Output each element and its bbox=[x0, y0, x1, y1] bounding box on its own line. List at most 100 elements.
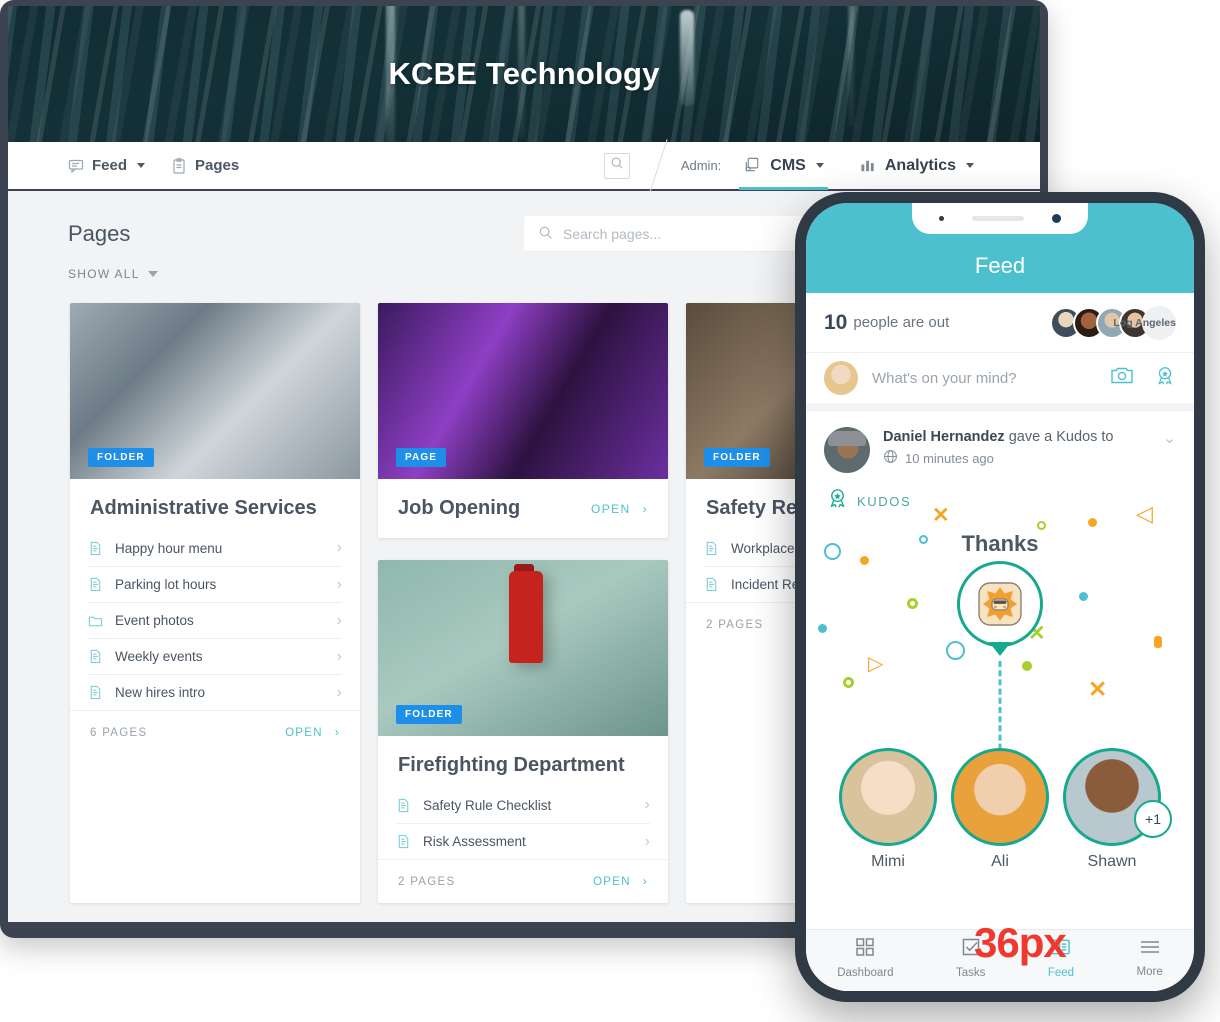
decor-shape bbox=[508, 570, 543, 663]
avatar bbox=[824, 361, 858, 395]
confetti-dot bbox=[1154, 636, 1162, 648]
post-meta: Daniel Hernandez gave a Kudos to 10 minu… bbox=[883, 427, 1150, 467]
search-pages-input[interactable]: Search pages... bbox=[524, 216, 814, 251]
top-navigation: Feed Pages Admin: CMS Analytics bbox=[8, 138, 1040, 193]
globe-icon bbox=[883, 449, 898, 467]
nav-item-pages-label: Pages bbox=[195, 157, 240, 174]
post-action: gave a Kudos to bbox=[1004, 429, 1114, 445]
list-item-label: Happy hour menu bbox=[115, 540, 223, 556]
card-open-label: OPEN bbox=[590, 501, 631, 516]
nav-item-pages[interactable]: Pages bbox=[171, 141, 239, 190]
phone-tab-bar: Dashboard Tasks Feed More bbox=[806, 929, 1194, 991]
page-icon bbox=[396, 834, 411, 849]
tab-dashboard-label: Dashboard bbox=[837, 966, 894, 979]
chevron-right-icon: › bbox=[334, 726, 340, 739]
nav-item-feed[interactable]: Feed bbox=[68, 141, 146, 190]
recipient[interactable]: Ali bbox=[948, 748, 1052, 871]
kudos-card: KUDOS ✕ ✕ ✕ ▷ ◁ Thanks Mimi Ali +1 Shawn bbox=[806, 483, 1194, 873]
tab-feed-label: Feed bbox=[1047, 966, 1075, 979]
out-of-office-row[interactable]: 10 people are out Log Angeles bbox=[806, 293, 1194, 353]
card-title: Administrative Services bbox=[90, 497, 317, 519]
card-page-list: Happy hour menu › Parking lot hours › Ev… bbox=[70, 530, 360, 710]
kudos-message: Thanks bbox=[961, 531, 1039, 556]
search-icon bbox=[538, 225, 553, 243]
confetti-triangle: ▷ bbox=[868, 653, 884, 675]
kudos-label: KUDOS bbox=[857, 493, 912, 509]
admin-label: Admin: bbox=[680, 158, 722, 173]
feed-icon bbox=[1050, 937, 1071, 962]
tab-more[interactable]: More bbox=[1137, 938, 1163, 978]
card-type-badge: FOLDER bbox=[704, 448, 770, 467]
chevron-right-icon: › bbox=[336, 683, 342, 701]
feed-post: Daniel Hernandez gave a Kudos to 10 minu… bbox=[806, 411, 1194, 873]
admin-item-cms[interactable]: CMS bbox=[739, 141, 828, 190]
list-item[interactable]: Event photos › bbox=[88, 602, 342, 638]
list-item-label: Weekly events bbox=[115, 649, 203, 664]
recipient[interactable]: +1 Shawn bbox=[1060, 748, 1172, 871]
page-card[interactable]: FOLDER Firefighting Department Safety Ru… bbox=[378, 560, 668, 903]
page-card[interactable]: PAGE Job Opening OPEN › bbox=[378, 303, 668, 538]
chevron-down-icon bbox=[137, 163, 146, 168]
post-submeta: 10 minutes ago bbox=[883, 449, 1150, 467]
phone-device-frame: Feed 10 people are out Log Angeles What'… bbox=[795, 192, 1205, 1002]
card-title: Firefighting Department bbox=[398, 754, 625, 776]
recipient[interactable]: Mimi bbox=[836, 748, 940, 871]
camera-icon[interactable] bbox=[1110, 365, 1134, 392]
card-thumbnail: FOLDER bbox=[378, 560, 668, 736]
list-item[interactable]: Happy hour menu › bbox=[88, 530, 342, 566]
site-banner: KCBE Technology bbox=[8, 6, 1040, 142]
kudos-icon[interactable] bbox=[1154, 365, 1176, 392]
grid-icon bbox=[855, 937, 875, 962]
out-text: people are out bbox=[853, 314, 950, 331]
post-header: Daniel Hernandez gave a Kudos to 10 minu… bbox=[806, 411, 1194, 483]
post-author[interactable]: Daniel Hernandez bbox=[883, 429, 1005, 445]
location-label: Log Angeles bbox=[1113, 316, 1176, 329]
admin-item-analytics[interactable]: Analytics bbox=[856, 141, 978, 190]
bar-chart-icon bbox=[860, 157, 877, 174]
tab-feed[interactable]: Feed bbox=[1048, 937, 1074, 979]
confetti-ring bbox=[824, 543, 841, 560]
chevron-down-icon bbox=[966, 163, 974, 168]
screenshot-root: KCBE Technology Feed Pages Admin: CMS An… bbox=[0, 0, 1220, 1022]
chevron-right-icon: › bbox=[336, 611, 342, 629]
page-icon bbox=[88, 541, 103, 556]
search-icon bbox=[610, 156, 624, 175]
list-item-label: Risk Assessment bbox=[423, 834, 526, 849]
post-composer[interactable]: What's on your mind? bbox=[806, 353, 1194, 411]
chevron-right-icon: › bbox=[336, 647, 342, 665]
list-item[interactable]: Weekly events › bbox=[88, 638, 342, 674]
list-item[interactable]: New hires intro › bbox=[88, 674, 342, 710]
folder-icon bbox=[88, 613, 103, 628]
recipient-overflow-badge[interactable]: +1 bbox=[1134, 800, 1172, 838]
confetti-ring bbox=[946, 641, 965, 660]
hamburger-icon bbox=[1139, 938, 1161, 961]
confetti-ring bbox=[919, 535, 928, 544]
tab-dashboard[interactable]: Dashboard bbox=[837, 937, 894, 979]
admin-item-cms-label: CMS bbox=[770, 156, 806, 174]
card-page-count: 2 PAGES bbox=[706, 618, 764, 631]
page-icon bbox=[88, 577, 103, 592]
kudos-icon bbox=[826, 487, 849, 515]
camera-icon bbox=[1052, 214, 1061, 223]
list-item[interactable]: Safety Rule Checklist › bbox=[396, 787, 650, 823]
list-item[interactable]: Risk Assessment › bbox=[396, 823, 650, 859]
nav-divider bbox=[649, 138, 668, 193]
card-open-button[interactable]: OPEN › bbox=[593, 876, 648, 888]
card-open-button[interactable]: OPEN › bbox=[591, 502, 648, 516]
page-icon bbox=[396, 798, 411, 813]
chevron-right-icon: › bbox=[644, 832, 650, 850]
confetti-cross: ✕ bbox=[932, 504, 950, 527]
card-thumbnail: FOLDER bbox=[70, 303, 360, 479]
confetti-dot bbox=[860, 556, 869, 565]
post-menu-chevron-icon[interactable]: ⌄ bbox=[1163, 427, 1176, 447]
page-card[interactable]: FOLDER Administrative Services Happy hou… bbox=[70, 303, 360, 903]
chat-icon bbox=[68, 158, 84, 174]
tab-tasks[interactable]: Tasks bbox=[956, 937, 985, 979]
card-open-button[interactable]: OPEN › bbox=[285, 727, 340, 739]
recipient-name: Mimi bbox=[871, 853, 905, 870]
nav-search-button[interactable] bbox=[603, 152, 630, 179]
card-footer: 6 PAGES OPEN › bbox=[70, 710, 360, 754]
list-item[interactable]: Parking lot hours › bbox=[88, 566, 342, 602]
nav-left-group: Feed Pages bbox=[8, 141, 239, 190]
phone-notch bbox=[912, 203, 1088, 234]
